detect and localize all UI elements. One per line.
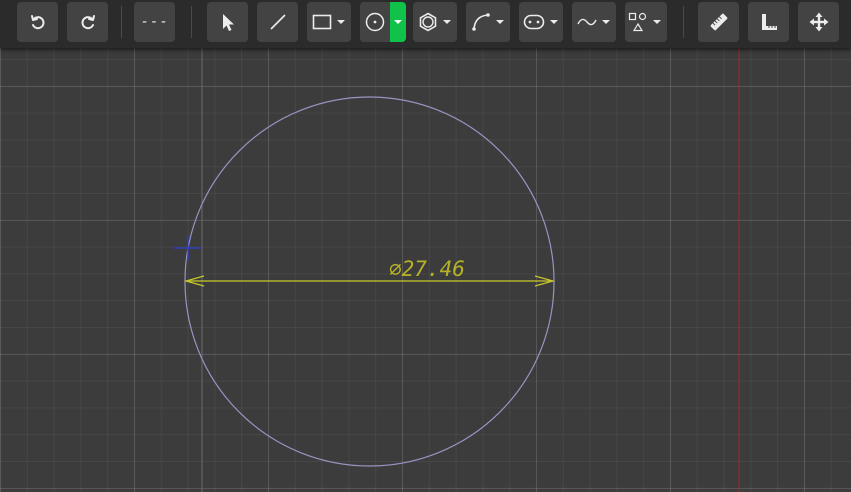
move-arrows-icon [809, 12, 828, 32]
polygon-tool-button[interactable] [413, 2, 457, 42]
arc-tool-button[interactable] [466, 2, 510, 42]
undo-button[interactable] [17, 2, 58, 42]
hexagon-icon [419, 12, 437, 32]
diameter-dimension-label[interactable]: ⌀27.46 [389, 257, 465, 281]
chevron-down-icon [496, 20, 504, 24]
toolbar-separator [683, 6, 684, 38]
circle-tool-dropdown[interactable] [390, 2, 406, 42]
pointer-arrow-icon [222, 14, 234, 31]
ruler-icon [710, 13, 727, 31]
slot-icon [523, 14, 545, 30]
circle-tool-button[interactable] [360, 2, 390, 42]
line-tool-button[interactable] [257, 2, 298, 42]
circle-icon [365, 12, 385, 32]
chevron-down-icon [443, 20, 451, 24]
chevron-down-icon [653, 20, 661, 24]
chevron-down-icon [394, 20, 402, 24]
select-tool-button[interactable] [207, 2, 248, 42]
rectangle-icon [312, 14, 332, 30]
set-square-icon [761, 14, 777, 30]
measure-tool-button[interactable] [698, 2, 739, 42]
redo-button[interactable] [67, 2, 108, 42]
line-style-button[interactable]: --- [134, 2, 175, 42]
crosshair-cursor-icon [174, 236, 202, 260]
sketch-drawing: ⌀27.46 [174, 48, 740, 492]
spline-icon [577, 18, 597, 26]
undo-icon [30, 15, 44, 30]
chevron-down-icon [550, 20, 558, 24]
chevron-down-icon [337, 20, 345, 24]
slot-tool-button[interactable] [519, 2, 563, 42]
constraint-tool-button[interactable] [748, 2, 789, 42]
spline-tool-button[interactable] [572, 2, 616, 42]
line-icon [269, 14, 286, 30]
toolbar: --- [0, 0, 851, 48]
dashed-line-icon: --- [140, 14, 169, 30]
rectangle-tool-button[interactable] [307, 2, 351, 42]
redo-icon [81, 15, 95, 30]
toolbar-separator [191, 6, 192, 38]
shapes-icon [628, 12, 647, 32]
chevron-down-icon [602, 20, 610, 24]
toolbar-separator [121, 6, 122, 38]
arc-icon [472, 13, 490, 31]
shapes-tool-button[interactable] [625, 2, 667, 42]
move-tool-button[interactable] [798, 2, 839, 42]
